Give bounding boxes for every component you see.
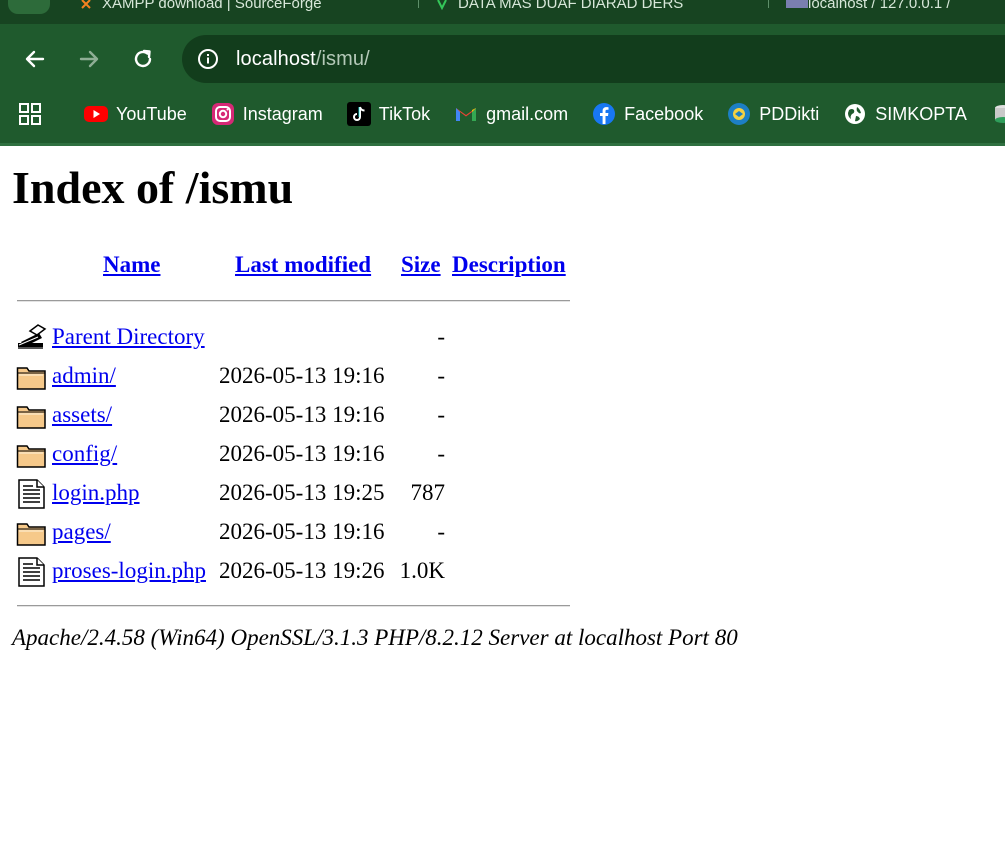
tab-separator <box>768 0 769 8</box>
arrow-right-icon <box>79 50 99 68</box>
table-row: admin/ 2026-05-13 19:16 - <box>0 358 600 394</box>
tiktok-icon <box>346 102 371 126</box>
file-modified: 2026-05-13 19:16 <box>219 519 385 544</box>
page-title: Index of /ismu <box>12 162 294 213</box>
text-file-icon <box>18 479 45 509</box>
table-row: Parent Directory - <box>0 319 600 355</box>
navigation-bar: localhost/ismu/ <box>0 24 1005 94</box>
bookmark-label: YouTube <box>116 103 187 124</box>
tab-strip: XAMPP download | SourceForge DATA MAS DU… <box>0 0 1005 24</box>
sort-size-link[interactable]: Size <box>401 252 441 277</box>
apps-grid-icon[interactable] <box>18 102 42 126</box>
bookmarks-bar: YouTube Instagram TikTok gmail.com Faceb… <box>0 94 1005 134</box>
file-link[interactable]: pages/ <box>52 518 111 546</box>
bookmark-label: Facebook <box>624 103 704 124</box>
column-header-last-modified[interactable]: Last modified <box>235 251 371 279</box>
bookmark-label: SIMKOPTA <box>875 103 967 124</box>
back-icon <box>18 324 47 349</box>
reload-icon <box>134 49 152 68</box>
url-text[interactable]: localhost/ismu/ <box>236 48 370 71</box>
file-modified: 2026-05-13 19:25 <box>219 480 385 505</box>
bookmark-tiktok[interactable]: TikTok <box>346 98 431 130</box>
back-button[interactable] <box>18 42 52 76</box>
file-size: - <box>437 519 445 544</box>
file-link[interactable]: Parent Directory <box>52 323 205 351</box>
file-size: - <box>437 402 445 427</box>
gmail-icon <box>454 102 478 126</box>
reload-button[interactable] <box>126 42 160 76</box>
bookmark-facebook[interactable]: Facebook <box>592 98 703 130</box>
file-modified: 2026-05-13 19:16 <box>219 402 385 427</box>
tab-label: DATA MAS DUAF DIARAD DERS <box>458 0 684 12</box>
sort-description-link[interactable]: Description <box>452 252 566 277</box>
site-info-icon[interactable] <box>196 47 220 71</box>
file-link[interactable]: login.php <box>52 479 140 507</box>
file-size: - <box>437 441 445 466</box>
facebook-icon <box>592 102 616 126</box>
footer-divider <box>17 605 570 607</box>
tab-xampp[interactable]: XAMPP download | SourceForge <box>80 0 322 14</box>
arrow-left-icon <box>25 50 45 68</box>
bookmark-label: Instagram <box>242 103 323 124</box>
forward-button[interactable] <box>72 42 106 76</box>
phpmyadmin-tab-icon <box>786 0 808 9</box>
folder-icon <box>16 445 46 468</box>
bookmark-pddikti[interactable]: PDDikti <box>727 98 819 130</box>
folder-icon <box>16 523 46 546</box>
file-size: - <box>437 324 445 349</box>
tab-data[interactable]: DATA MAS DUAF DIARAD DERS <box>436 0 683 14</box>
tab-active-stub[interactable] <box>8 0 50 14</box>
url-host: localhost <box>236 47 316 70</box>
globe-icon <box>843 102 867 126</box>
xampp-tab-icon <box>80 0 92 9</box>
tab-label: localhost / 127.0.0.1 / <box>808 0 951 12</box>
url-path: /ismu/ <box>315 47 370 70</box>
file-link[interactable]: admin/ <box>52 362 116 390</box>
column-header-description[interactable]: Description <box>452 251 566 279</box>
bookmark-label: gmail.com <box>486 103 569 124</box>
file-modified: 2026-05-13 19:16 <box>219 363 385 388</box>
file-link[interactable]: config/ <box>52 440 117 468</box>
instagram-icon <box>211 102 235 126</box>
folder-icon <box>16 367 46 390</box>
table-row: proses-login.php 2026-05-13 19:26 1.0K <box>0 553 600 589</box>
tab-label: XAMPP download | SourceForge <box>102 0 322 12</box>
bookmark-instagram[interactable]: Instagram <box>211 98 323 130</box>
browser-chrome: XAMPP download | SourceForge DATA MAS DU… <box>0 0 1005 146</box>
bookmark-youtube[interactable]: YouTube <box>84 98 187 130</box>
column-header-size[interactable]: Size <box>401 251 441 279</box>
bookmark-gmail[interactable]: gmail.com <box>454 98 568 130</box>
bookmark-simkopta[interactable]: SIMKOPTA <box>843 98 967 130</box>
file-modified: 2026-05-13 19:16 <box>219 441 385 466</box>
table-row: login.php 2026-05-13 19:25 787 <box>0 475 600 511</box>
tab-separator <box>418 0 419 8</box>
header-divider <box>17 300 570 302</box>
pddikti-icon <box>727 102 751 126</box>
file-link[interactable]: assets/ <box>52 401 112 429</box>
table-row: assets/ 2026-05-13 19:16 - <box>0 397 600 433</box>
text-file-icon <box>18 557 45 587</box>
folder-icon <box>16 406 46 429</box>
database-icon <box>991 102 1005 126</box>
server-signature: Apache/2.4.58 (Win64) OpenSSL/3.1.3 PHP/… <box>12 625 738 650</box>
youtube-icon <box>84 102 108 126</box>
file-size: - <box>437 363 445 388</box>
file-size: 1.0K <box>399 558 445 583</box>
bookmark-label: TikTok <box>378 103 431 124</box>
bookmark-overflow[interactable] <box>991 98 1005 130</box>
sort-name-link[interactable]: Name <box>103 252 160 277</box>
file-modified: 2026-05-13 19:26 <box>219 558 385 583</box>
address-bar[interactable]: localhost/ismu/ <box>182 35 1005 83</box>
sheet-tab-icon <box>436 0 448 11</box>
column-header-name[interactable]: Name <box>103 251 160 279</box>
file-size: 787 <box>410 480 446 505</box>
bookmark-label: PDDikti <box>759 103 820 124</box>
page-content: Index of /ismu Name Last modified Size D… <box>0 146 1005 859</box>
file-link[interactable]: proses-login.php <box>52 557 206 585</box>
sort-last-modified-link[interactable]: Last modified <box>235 252 371 277</box>
table-row: config/ 2026-05-13 19:16 - <box>0 436 600 472</box>
table-row: pages/ 2026-05-13 19:16 - <box>0 514 600 550</box>
tab-phpmyadmin[interactable]: localhost / 127.0.0.1 / <box>786 0 951 14</box>
